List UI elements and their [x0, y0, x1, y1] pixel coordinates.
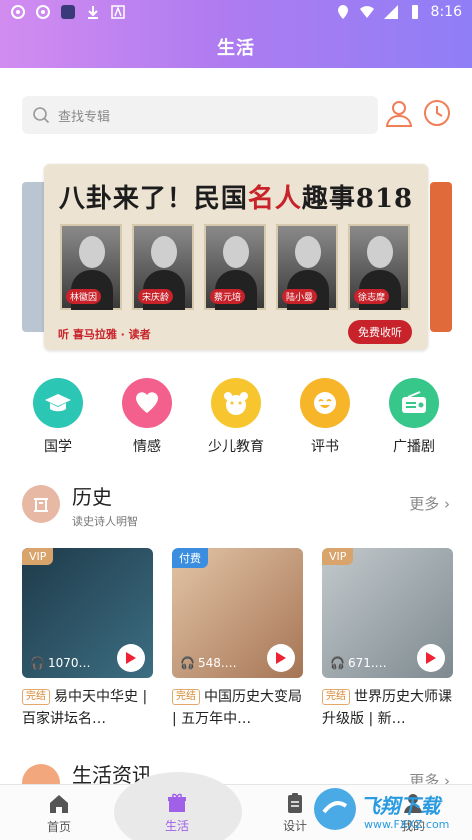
- album-cover: VIP 🎧 1070…: [22, 548, 153, 678]
- app-header: 8:16 生活: [0, 0, 472, 68]
- free-listen-button[interactable]: 免费收听: [348, 320, 412, 344]
- radio-icon: [389, 378, 439, 428]
- banner-title: 八卦来了！民国名人趣事818: [58, 184, 414, 214]
- portrait: 林徽因: [60, 224, 122, 310]
- history-album-list: VIP 🎧 1070… 完结 易中天中华史 | 百家讲坛名… 付费 🎧 548.… 完…: [22, 548, 472, 730]
- category-grid: 国学 情感 少儿教育 评书 广播剧: [14, 378, 458, 456]
- paid-badge: 付费: [172, 548, 208, 568]
- smile-icon: [300, 378, 350, 428]
- album-cover: 付费 🎧 548.…: [172, 548, 303, 678]
- banner-next-peek[interactable]: [430, 182, 452, 332]
- page-title: 生活: [217, 38, 255, 59]
- status-time: 8:16: [430, 4, 462, 20]
- portrait: 蔡元培: [204, 224, 266, 310]
- play-button[interactable]: [267, 644, 295, 672]
- clipboard-icon: [288, 793, 302, 813]
- album-title: 完结 中国历史大变局 | 五万年中…: [172, 689, 302, 727]
- watermark-logo: [314, 788, 356, 830]
- nav-home[interactable]: 首页: [24, 793, 94, 835]
- category-guoxue[interactable]: 国学: [14, 378, 102, 456]
- album-title: 完结 易中天中华史 | 百家讲坛名…: [22, 689, 148, 727]
- headphones-icon: 🎧: [330, 656, 345, 670]
- heart-icon: [122, 378, 172, 428]
- category-kids[interactable]: 少儿教育: [192, 378, 280, 456]
- battery-icon: [411, 5, 418, 19]
- play-count: 🎧 548.…: [180, 656, 237, 670]
- download-icon: [88, 6, 98, 19]
- banner-portraits: 林徽因 宋庆龄 蔡元培 陆小曼 徐志摩: [60, 224, 410, 310]
- headphones-icon: 🎧: [180, 656, 195, 670]
- portrait: 徐志摩: [348, 224, 410, 310]
- app-square-icon: [61, 5, 75, 19]
- vip-badge: VIP: [22, 548, 54, 565]
- app-notification-icon: [36, 5, 50, 19]
- user-icon[interactable]: [384, 98, 414, 128]
- album-card[interactable]: VIP 🎧 1070… 完结 易中天中华史 | 百家讲坛名…: [22, 548, 153, 730]
- more-link-history[interactable]: 更多 ›: [409, 493, 450, 514]
- section-subtitle-history: 读史诗人明智: [72, 515, 138, 528]
- nav-life[interactable]: 生活: [142, 792, 212, 834]
- category-qinggan[interactable]: 情感: [103, 378, 191, 456]
- history-section-icon: [22, 485, 60, 523]
- album-title: 完结 世界历史大师课升级版 | 新…: [322, 689, 452, 727]
- search-icon: [33, 107, 50, 124]
- banner-brand: 听 喜马拉雅 · 读者: [58, 328, 151, 341]
- play-icon: [276, 652, 286, 664]
- chevron-right-icon: ›: [444, 495, 450, 513]
- gift-icon: [168, 793, 186, 812]
- play-icon: [426, 652, 436, 664]
- home-icon: [50, 795, 68, 813]
- search-placeholder: 查找专辑: [58, 109, 111, 125]
- vip-badge: VIP: [322, 548, 354, 565]
- headphones-icon: 🎧: [30, 656, 45, 670]
- section-title-history: 历史: [72, 485, 112, 509]
- play-button[interactable]: [117, 644, 145, 672]
- location-icon: [337, 5, 348, 19]
- category-radio-drama[interactable]: 广播剧: [370, 378, 458, 456]
- graduation-cap-icon: [33, 378, 83, 428]
- text-a-icon: [111, 5, 125, 19]
- watermark: 飞翔下载 www.FXXZ.com: [312, 780, 462, 838]
- play-button[interactable]: [417, 644, 445, 672]
- album-cover: VIP 🎧 671.…: [322, 548, 453, 678]
- status-bar: 8:16: [0, 0, 472, 26]
- portrait: 宋庆龄: [132, 224, 194, 310]
- play-count: 🎧 671.…: [330, 656, 387, 670]
- search-input[interactable]: 查找专辑: [22, 96, 378, 134]
- portrait: 陆小曼: [276, 224, 338, 310]
- play-icon: [126, 652, 136, 664]
- wifi-icon: [359, 6, 374, 18]
- album-card[interactable]: 付费 🎧 548.… 完结 中国历史大变局 | 五万年中…: [172, 548, 303, 730]
- play-count: 🎧 1070…: [30, 656, 91, 670]
- category-pingshu[interactable]: 评书: [281, 378, 369, 456]
- signal-icon: [383, 5, 398, 19]
- history-clock-icon[interactable]: [422, 98, 452, 128]
- app-notification-icon: [11, 5, 25, 19]
- bear-icon: [211, 378, 261, 428]
- promo-banner[interactable]: 八卦来了！民国名人趣事818 林徽因 宋庆龄 蔡元培 陆小曼 徐志摩 听 喜马拉…: [44, 164, 428, 350]
- album-card[interactable]: VIP 🎧 671.… 完结 世界历史大师课升级版 | 新…: [322, 548, 453, 730]
